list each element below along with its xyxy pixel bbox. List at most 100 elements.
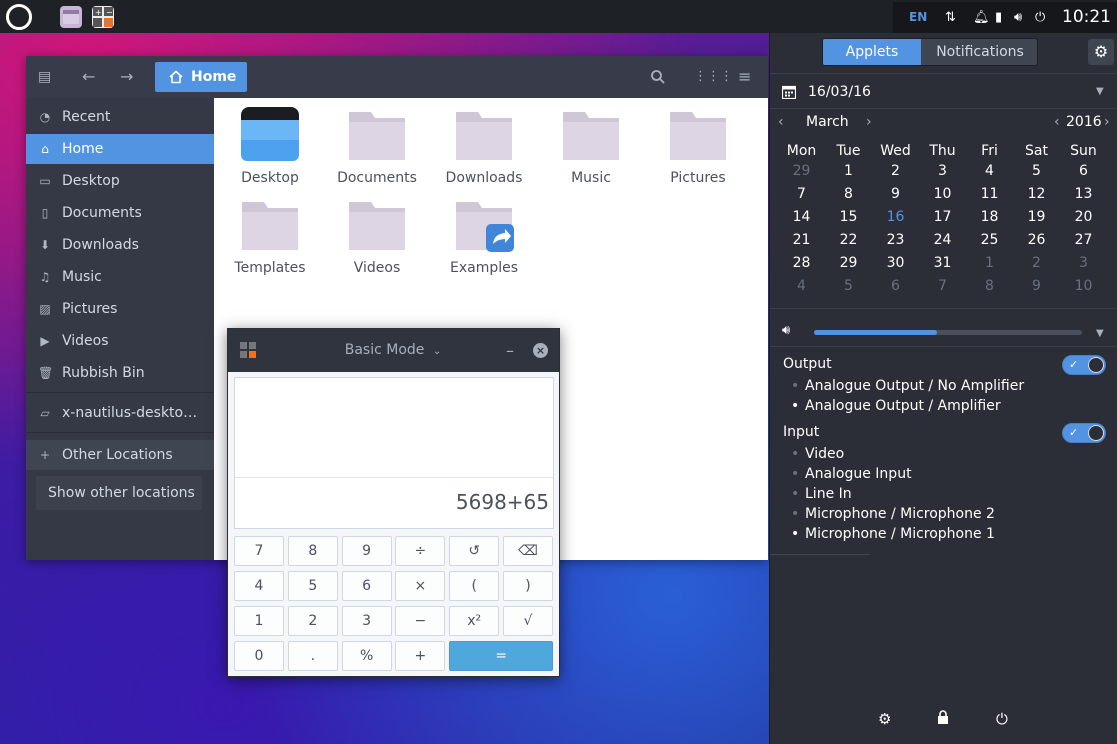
- input-toggle[interactable]: ✓: [1062, 423, 1106, 443]
- sidebar-item-recent[interactable]: ◔ Recent: [26, 102, 214, 132]
- key-decimal[interactable]: .: [287, 641, 338, 671]
- show-other-locations-button[interactable]: Show other locations: [36, 476, 202, 510]
- clock[interactable]: 10:21: [1062, 2, 1111, 33]
- volume-icon[interactable]: 🔊︎: [1014, 2, 1022, 33]
- files-app-icon[interactable]: [60, 6, 82, 28]
- sidebar-item-desktop[interactable]: ▭ Desktop: [26, 166, 214, 196]
- calendar-day[interactable]: 8: [825, 184, 872, 204]
- calendar-day[interactable]: 28: [778, 253, 825, 273]
- key-8[interactable]: 8: [287, 536, 338, 566]
- tab-applets[interactable]: Applets: [823, 39, 921, 65]
- search-icon[interactable]: [650, 56, 666, 101]
- key-divide[interactable]: ÷: [395, 536, 446, 566]
- calendar-day[interactable]: 10: [919, 184, 966, 204]
- sidebar-item-drive[interactable]: ▱ x-nautilus-deskto…: [26, 398, 214, 428]
- key-sqrt[interactable]: √: [503, 606, 553, 636]
- input-device-item[interactable]: Analogue Input: [791, 464, 912, 484]
- key-backspace[interactable]: ⌫: [503, 536, 553, 566]
- calendar-day[interactable]: 29: [825, 253, 872, 273]
- prev-month-icon[interactable]: ‹: [778, 111, 784, 133]
- chevron-down-icon[interactable]: ▼: [1096, 86, 1104, 97]
- view-grid-icon[interactable]: ⋮⋮⋮: [694, 56, 733, 98]
- key-add[interactable]: +: [395, 641, 446, 671]
- close-icon[interactable]: ×: [533, 343, 548, 358]
- calendar-day[interactable]: 26: [1013, 230, 1060, 250]
- key-6[interactable]: 6: [341, 571, 392, 601]
- calendar-day[interactable]: 3: [1060, 253, 1107, 273]
- calendar-day[interactable]: 8: [966, 276, 1013, 296]
- calendar-day[interactable]: 9: [872, 184, 919, 204]
- input-device-item[interactable]: Video: [791, 444, 844, 464]
- key-undo[interactable]: ↺: [449, 536, 500, 566]
- key-5[interactable]: 5: [287, 571, 338, 601]
- date-bar[interactable]: 16/03/16 ▼: [770, 73, 1117, 109]
- calendar-day[interactable]: 27: [1060, 230, 1107, 250]
- calendar-day[interactable]: 17: [919, 207, 966, 227]
- calendar-day[interactable]: 20: [1060, 207, 1107, 227]
- file-item-desktop[interactable]: Desktop: [216, 100, 324, 186]
- calendar-day[interactable]: 5: [1013, 161, 1060, 181]
- calendar-day[interactable]: 21: [778, 230, 825, 250]
- calendar-day[interactable]: 2: [872, 161, 919, 181]
- calendar-day[interactable]: 4: [966, 161, 1013, 181]
- key-subtract[interactable]: −: [395, 606, 446, 636]
- file-item-pictures[interactable]: Pictures: [644, 100, 752, 186]
- key-7[interactable]: 7: [234, 536, 284, 566]
- key-multiply[interactable]: ×: [395, 571, 446, 601]
- forward-icon[interactable]: →: [120, 56, 133, 98]
- file-item-music[interactable]: Music: [537, 100, 645, 186]
- key-equals[interactable]: =: [449, 641, 554, 671]
- input-device-item[interactable]: Microphone / Microphone 2: [791, 504, 995, 524]
- settings-gear-icon[interactable]: ⚙: [878, 710, 891, 728]
- output-device-item[interactable]: Analogue Output / No Amplifier: [791, 376, 1024, 396]
- input-device-item[interactable]: Line In: [791, 484, 852, 504]
- file-item-documents[interactable]: Documents: [323, 100, 431, 186]
- calendar-day[interactable]: 7: [778, 184, 825, 204]
- network-icon[interactable]: ⇅: [945, 2, 956, 33]
- key-square[interactable]: x²: [449, 606, 500, 636]
- menu-icon[interactable]: ≡: [738, 56, 751, 98]
- calendar-day[interactable]: 31: [919, 253, 966, 273]
- calendar-day[interactable]: 7: [919, 276, 966, 296]
- calendar-day[interactable]: 15: [825, 207, 872, 227]
- calendar-day[interactable]: 1: [966, 253, 1013, 273]
- output-toggle[interactable]: ✓: [1062, 355, 1106, 375]
- calendar-day[interactable]: 24: [919, 230, 966, 250]
- calendar-day[interactable]: 10: [1060, 276, 1107, 296]
- input-device-item[interactable]: Microphone / Microphone 1: [791, 524, 995, 544]
- bell-icon[interactable]: 🔔︎: [973, 2, 990, 33]
- calendar-day[interactable]: 9: [1013, 276, 1060, 296]
- launcher-button[interactable]: [6, 4, 32, 30]
- calendar-day[interactable]: 13: [1060, 184, 1107, 204]
- file-item-downloads[interactable]: Downloads: [430, 100, 538, 186]
- path-home-button[interactable]: Home: [155, 62, 247, 92]
- calendar-day[interactable]: 11: [966, 184, 1013, 204]
- calculator-app-icon[interactable]: + −: [92, 6, 114, 28]
- key-9[interactable]: 9: [341, 536, 392, 566]
- minimize-icon[interactable]: –: [506, 329, 514, 372]
- key-close-paren[interactable]: ): [503, 571, 553, 601]
- key-0[interactable]: 0: [234, 641, 284, 671]
- sidebar-item-rubbish-bin[interactable]: 🗑︎ Rubbish Bin: [26, 358, 214, 388]
- calendar-day[interactable]: 14: [778, 207, 825, 227]
- next-year-icon[interactable]: ›: [1104, 111, 1110, 133]
- sidebar-item-pictures[interactable]: ▨ Pictures: [26, 294, 214, 324]
- tab-notifications[interactable]: Notifications: [921, 39, 1037, 65]
- power-icon[interactable]: ⏻: [996, 710, 1008, 728]
- calendar-day[interactable]: 6: [872, 276, 919, 296]
- chevron-down-icon[interactable]: ▼: [1096, 328, 1104, 339]
- settings-button[interactable]: ⚙: [1088, 39, 1114, 65]
- sidebar-item-other-locations[interactable]: + Other Locations: [26, 440, 214, 470]
- mode-selector[interactable]: Basic Mode ⌄: [338, 329, 448, 372]
- file-item-videos[interactable]: Videos: [323, 190, 431, 276]
- key-3[interactable]: 3: [341, 606, 392, 636]
- calendar-day[interactable]: 19: [1013, 207, 1060, 227]
- key-2[interactable]: 2: [287, 606, 338, 636]
- volume-slider[interactable]: [814, 330, 1082, 335]
- next-month-icon[interactable]: ›: [866, 111, 872, 133]
- calendar-day[interactable]: 30: [872, 253, 919, 273]
- calendar-day[interactable]: 18: [966, 207, 1013, 227]
- calendar-day[interactable]: 1: [825, 161, 872, 181]
- sidebar-item-videos[interactable]: ▶ Videos: [26, 326, 214, 356]
- power-icon[interactable]: ⏻: [1035, 2, 1045, 33]
